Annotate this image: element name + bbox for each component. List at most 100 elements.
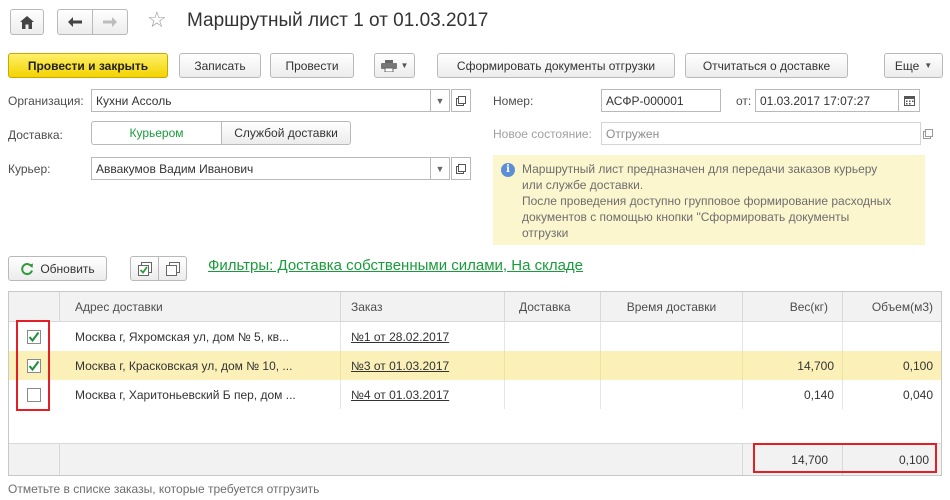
refresh-button[interactable]: Обновить — [8, 256, 107, 281]
state-field[interactable]: Отгружен — [601, 122, 921, 145]
home-icon — [20, 15, 34, 29]
totals-highlight — [753, 443, 937, 473]
calendar-button[interactable] — [898, 89, 920, 112]
info-line: отгрузки — [522, 226, 569, 240]
refresh-label: Обновить — [40, 261, 95, 276]
row-delivery — [505, 351, 601, 380]
calendar-icon — [903, 95, 915, 106]
print-button[interactable]: ▼ — [374, 53, 415, 78]
filters-link[interactable]: Фильтры: Доставка собственными силами, Н… — [208, 257, 583, 274]
more-button[interactable]: Еще ▼ — [884, 53, 943, 78]
refresh-icon — [21, 262, 34, 275]
state-label: Новое состояние: — [493, 127, 592, 141]
arrow-right-icon — [103, 17, 117, 27]
row-address: Москва г, Красковская ул, дом № 10, ... — [60, 351, 341, 380]
forward-button[interactable] — [92, 9, 128, 35]
form-shipping-docs-button[interactable]: Сформировать документы отгрузки — [437, 53, 675, 78]
row-time — [601, 380, 743, 409]
table-row[interactable]: Москва г, Яхромская ул, дом № 5, кв... №… — [9, 322, 941, 351]
number-value: АСФР-000001 — [606, 93, 684, 108]
footer-spacer — [60, 444, 743, 475]
check-all-button[interactable] — [130, 256, 159, 281]
check-all-icon — [137, 261, 152, 276]
table-header-time[interactable]: Время доставки — [601, 292, 743, 322]
info-line: После проведения доступно групповое форм… — [522, 194, 892, 208]
row-time — [601, 322, 743, 351]
courier-label: Курьер: — [8, 162, 51, 176]
row-time — [601, 351, 743, 380]
table-header-address[interactable]: Адрес доставки — [60, 292, 341, 322]
table-row[interactable]: Москва г, Харитоньевский Б пер, дом ... … — [9, 380, 941, 409]
printer-icon — [380, 59, 397, 72]
uncheck-all-button[interactable] — [158, 256, 187, 281]
state-value: Отгружен — [606, 126, 660, 141]
org-field[interactable]: Кухни Ассоль — [91, 89, 431, 112]
info-panel: i Маршрутный лист предназначен для перед… — [493, 155, 925, 245]
footer-spacer — [9, 444, 60, 475]
row-weight: 0,140 — [743, 380, 843, 409]
open-icon — [456, 95, 466, 106]
page-title: Маршрутный лист 1 от 01.03.2017 — [187, 10, 489, 31]
number-label: Номер: — [493, 94, 534, 108]
arrow-left-icon — [68, 17, 82, 27]
dropdown-arrow-icon: ▼ — [924, 61, 933, 70]
delivery-label: Доставка: — [8, 128, 63, 142]
row-order-link[interactable]: №4 от 01.03.2017 — [341, 380, 505, 409]
row-order-link[interactable]: №1 от 28.02.2017 — [341, 322, 505, 351]
table-header-check — [9, 292, 60, 322]
state-open-button[interactable] — [920, 122, 936, 145]
open-icon — [456, 163, 466, 174]
row-volume: 0,040 — [902, 387, 933, 402]
save-button[interactable]: Записать — [179, 53, 261, 78]
row-address: Москва г, Харитоньевский Б пер, дом ... — [60, 380, 341, 409]
checkbox-highlight — [16, 320, 50, 411]
more-label: Еще — [894, 58, 920, 73]
info-line: или службе доставки. — [522, 178, 644, 192]
courier-field[interactable]: Аввакумов Вадим Иванович — [91, 157, 431, 180]
row-order-link[interactable]: №3 от 01.03.2017 — [341, 351, 505, 380]
post-button[interactable]: Провести — [270, 53, 354, 78]
table-row[interactable]: Москва г, Красковская ул, дом № 10, ... … — [9, 351, 941, 380]
row-weight: 14,700 — [743, 351, 843, 380]
info-icon: i — [501, 163, 515, 177]
courier-dropdown-button[interactable]: ▼ — [430, 157, 450, 180]
number-field[interactable]: АСФР-000001 — [601, 89, 721, 112]
footer-hint: Отметьте в списке заказы, которые требуе… — [8, 482, 320, 496]
info-line: документов с помощью кнопки "Сформироват… — [522, 210, 850, 224]
favorite-star-icon[interactable]: ☆ — [147, 8, 167, 32]
back-button[interactable] — [57, 9, 93, 35]
org-dropdown-button[interactable]: ▼ — [430, 89, 450, 112]
delivery-service-toggle[interactable]: Службой доставки — [221, 121, 351, 145]
open-icon — [923, 128, 933, 139]
dropdown-arrow-icon: ▼ — [400, 61, 409, 70]
table-header-delivery[interactable]: Доставка — [505, 292, 601, 322]
row-weight — [743, 322, 843, 351]
date-label: от: — [736, 94, 752, 108]
info-line: Маршрутный лист предназначен для передач… — [522, 162, 878, 176]
table-header-volume[interactable]: Объем(м3) — [843, 292, 941, 322]
courier-open-button[interactable] — [451, 157, 471, 180]
dropdown-arrow-icon: ▼ — [435, 163, 445, 174]
order-link[interactable]: №3 от 01.03.2017 — [351, 359, 449, 373]
row-address: Москва г, Яхромская ул, дом № 5, кв... — [60, 322, 341, 351]
row-delivery — [505, 380, 601, 409]
uncheck-all-icon — [165, 261, 180, 276]
org-label: Организация: — [8, 94, 84, 108]
order-link[interactable]: №1 от 28.02.2017 — [351, 330, 449, 344]
row-delivery — [505, 322, 601, 351]
home-button[interactable] — [10, 9, 44, 35]
order-link[interactable]: №4 от 01.03.2017 — [351, 388, 449, 402]
row-volume: 0,100 — [902, 358, 933, 373]
table-header-order[interactable]: Заказ — [341, 292, 505, 322]
delivery-courier-toggle[interactable]: Курьером — [91, 121, 222, 145]
date-value: 01.03.2017 17:07:27 — [760, 93, 871, 108]
row-volume — [843, 322, 941, 351]
courier-value: Аввакумов Вадим Иванович — [96, 161, 254, 176]
date-field[interactable]: 01.03.2017 17:07:27 — [755, 89, 899, 112]
report-delivery-button[interactable]: Отчитаться о доставке — [685, 53, 848, 78]
org-open-button[interactable] — [451, 89, 471, 112]
org-value: Кухни Ассоль — [96, 93, 172, 108]
dropdown-arrow-icon: ▼ — [435, 95, 445, 106]
table-header-weight[interactable]: Вес(кг) — [743, 292, 843, 322]
post-and-close-button[interactable]: Провести и закрыть — [8, 53, 168, 78]
